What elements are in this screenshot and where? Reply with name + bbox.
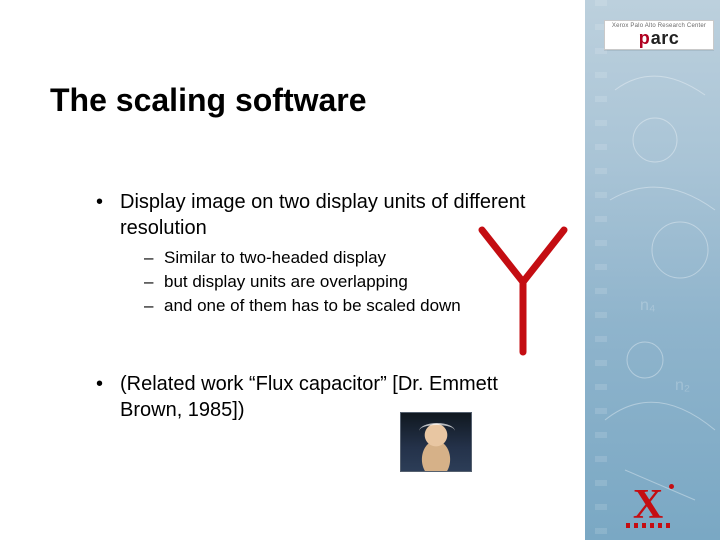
x-stripe-icon [626, 523, 670, 528]
parc-p: p [639, 29, 650, 47]
svg-text:n₄: n₄ [640, 297, 655, 314]
parc-logo: Xerox Palo Alto Research Center parc [604, 20, 714, 50]
x-dot-icon [669, 484, 674, 489]
bullet-1-text: Display image on two display units of di… [120, 191, 525, 239]
svg-text:n₂: n₂ [675, 377, 690, 394]
x-glyph: X [633, 484, 663, 526]
parc-wordmark: parc [639, 29, 680, 47]
bullet-2: (Related work “Flux capacitor” [Dr. Emme… [96, 372, 556, 423]
person-photo [400, 412, 472, 472]
xerox-x-logo: X [624, 482, 672, 526]
y-shape-icon [468, 220, 578, 360]
parc-arc: arc [651, 29, 680, 47]
slide-title: The scaling software [50, 82, 367, 119]
background-band: n₄ n₂ Xerox Palo Alto Research Center pa… [585, 0, 720, 540]
slide: n₄ n₂ Xerox Palo Alto Research Center pa… [0, 0, 720, 540]
background-scribbles: n₄ n₂ [585, 0, 720, 540]
